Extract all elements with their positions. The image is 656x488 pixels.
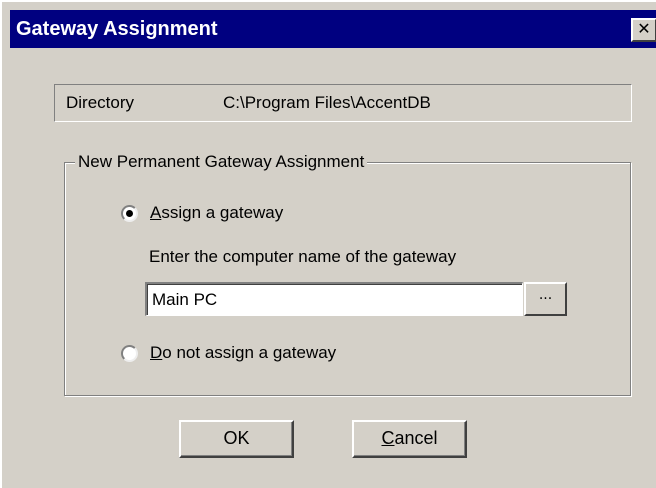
no-gateway-label: Do not assign a gateway: [150, 343, 337, 362]
gateway-hint-text: Enter the computer name of the gateway: [149, 247, 457, 266]
group-legend: New Permanent Gateway Assignment: [75, 152, 368, 172]
directory-panel: Directory C:\Program Files\AccentDB: [54, 84, 632, 122]
no-gateway-radio-option[interactable]: Do not assign a gateway: [121, 343, 336, 363]
assign-gateway-radio-option[interactable]: Assign a gateway: [121, 203, 283, 223]
gateway-name-input[interactable]: [145, 282, 523, 316]
gateway-assignment-dialog: Gateway Assignment ✕ Directory C:\Progra…: [0, 0, 656, 488]
close-icon: ✕: [637, 19, 651, 38]
title-bar[interactable]: Gateway Assignment ✕: [10, 10, 656, 48]
browse-button[interactable]: ...: [524, 282, 567, 316]
close-button[interactable]: ✕: [631, 18, 656, 42]
no-gateway-radio[interactable]: [121, 344, 138, 362]
directory-path: C:\Program Files\AccentDB: [223, 93, 431, 112]
ok-button[interactable]: OK: [179, 420, 294, 458]
assign-gateway-radio[interactable]: [121, 204, 138, 222]
cancel-button[interactable]: Cancel: [352, 420, 467, 458]
directory-label: Directory: [66, 93, 135, 112]
window-title: Gateway Assignment: [16, 18, 218, 40]
gateway-assignment-group: New Permanent Gateway Assignment Assign …: [64, 152, 631, 396]
assign-gateway-label: Assign a gateway: [150, 203, 284, 222]
